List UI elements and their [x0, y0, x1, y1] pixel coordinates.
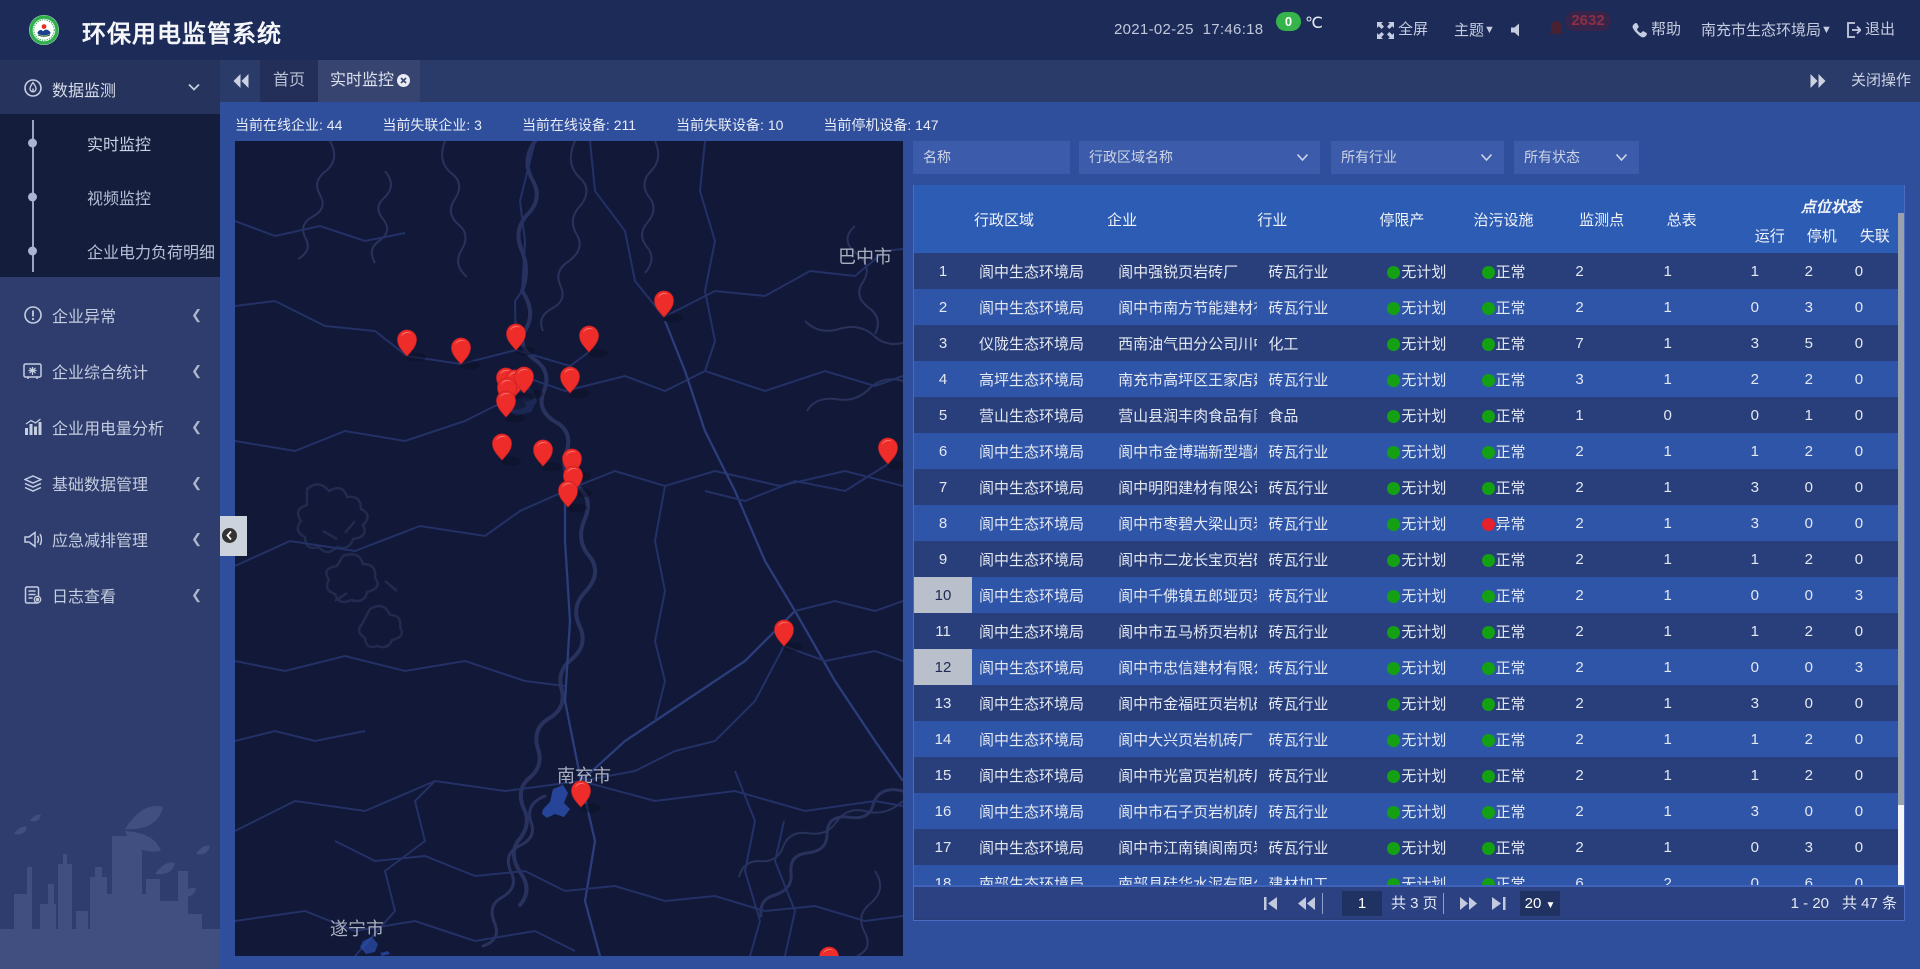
- svg-text:遂宁市: 遂宁市: [330, 919, 384, 939]
- svg-text:巴中市: 巴中市: [838, 247, 892, 267]
